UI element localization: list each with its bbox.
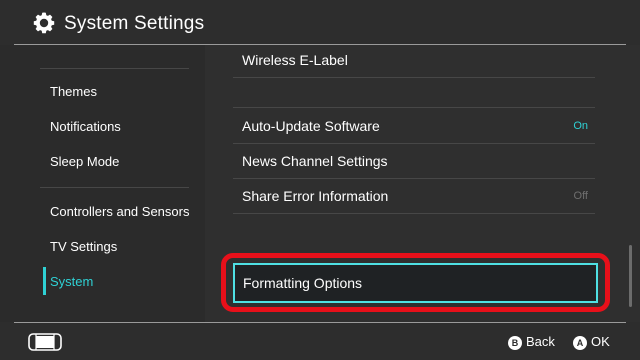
setting-value-off: Off xyxy=(573,190,588,202)
sidebar-item-system[interactable]: System xyxy=(50,272,93,292)
b-button-icon: B xyxy=(508,335,522,350)
row-divider xyxy=(233,178,595,179)
sidebar-item-notifications[interactable]: Notifications xyxy=(50,117,121,137)
row-divider xyxy=(233,143,595,144)
setting-label: Formatting Options xyxy=(243,275,363,291)
scrollbar[interactable] xyxy=(629,245,632,307)
sidebar-item-controllers-and-sensors[interactable]: Controllers and Sensors xyxy=(50,202,189,222)
footer: B Back A OK xyxy=(0,323,640,360)
sidebar-item-themes[interactable]: Themes xyxy=(50,82,97,102)
setting-label: News Channel Settings xyxy=(242,153,388,169)
a-button-icon: A xyxy=(573,335,587,350)
settings-panel: Wireless E-Label Auto-Update Software On… xyxy=(205,45,640,322)
ok-button[interactable]: A OK xyxy=(573,333,610,351)
selection-indicator xyxy=(43,267,46,295)
row-divider xyxy=(233,213,595,214)
sidebar-divider xyxy=(40,68,189,69)
row-divider xyxy=(233,77,595,78)
sidebar-divider xyxy=(40,187,189,188)
setting-row-share-error-information[interactable]: Share Error Information Off xyxy=(233,180,595,215)
screen: System Settings amiibo Themes Notificati… xyxy=(0,0,640,360)
setting-row-wireless-e-label[interactable]: Wireless E-Label xyxy=(233,45,595,79)
setting-value-on: On xyxy=(573,120,588,132)
row-divider xyxy=(233,107,595,108)
back-button[interactable]: B Back xyxy=(508,333,555,351)
ok-label: OK xyxy=(591,334,610,349)
header: System Settings xyxy=(0,0,640,48)
setting-label: Auto-Update Software xyxy=(242,118,380,134)
sidebar: amiibo Themes Notifications Sleep Mode C… xyxy=(0,45,205,322)
console-icon xyxy=(28,333,62,351)
setting-row-auto-update-software[interactable]: Auto-Update Software On xyxy=(233,110,595,145)
setting-label: Wireless E-Label xyxy=(242,52,348,68)
setting-row-formatting-options[interactable]: Formatting Options xyxy=(233,263,598,303)
sidebar-item-tv-settings[interactable]: TV Settings xyxy=(50,237,117,257)
sidebar-item-sleep-mode[interactable]: Sleep Mode xyxy=(50,152,119,172)
page-title: System Settings xyxy=(64,13,205,34)
setting-label: Share Error Information xyxy=(242,188,389,204)
sidebar-item-amiibo[interactable]: amiibo xyxy=(50,45,88,51)
setting-row-news-channel-settings[interactable]: News Channel Settings xyxy=(233,145,595,180)
gear-icon xyxy=(33,12,55,34)
back-label: Back xyxy=(526,334,555,349)
